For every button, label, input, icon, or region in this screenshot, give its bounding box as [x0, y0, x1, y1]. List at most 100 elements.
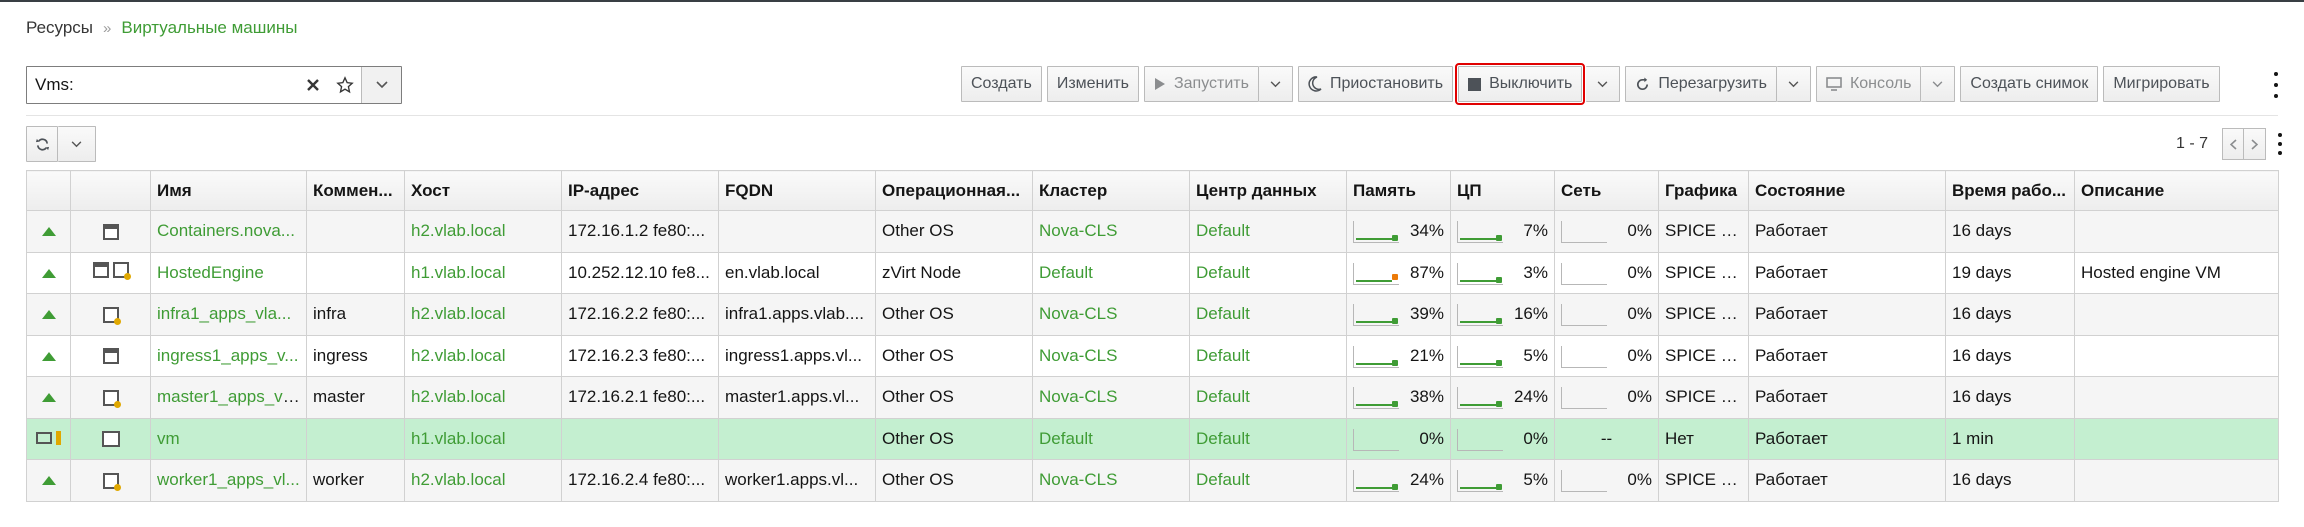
vm-host-text[interactable]: h2.vlab.local — [411, 387, 506, 406]
table-row[interactable]: HostedEngine h1.vlab.local 10.252.12.10 fe… — [26, 251, 2279, 294]
vm-name[interactable]: HostedEngine — [150, 251, 307, 294]
column-header-13[interactable]: Графика — [1658, 170, 1749, 211]
vm-cluster[interactable]: Nova-CLS — [1032, 334, 1190, 377]
run-dropdown-button[interactable] — [1258, 66, 1293, 102]
vm-datacenter-text[interactable]: Default — [1196, 429, 1250, 448]
create-button[interactable]: Создать — [961, 66, 1042, 102]
vm-cluster[interactable]: Default — [1032, 251, 1190, 294]
star-icon[interactable] — [329, 67, 361, 103]
vm-cluster-text[interactable]: Nova-CLS — [1039, 387, 1117, 406]
vm-datacenter[interactable]: Default — [1189, 376, 1347, 419]
vm-datacenter-text[interactable]: Default — [1196, 387, 1250, 406]
table-row[interactable]: Containers.nova... h2.vlab.local 172.16.1.… — [26, 210, 2279, 253]
vm-name-text[interactable]: master1_apps_vl... — [157, 387, 301, 406]
vm-cluster-text[interactable]: Nova-CLS — [1039, 470, 1117, 489]
migrate-button[interactable]: Мигрировать — [2103, 66, 2220, 102]
vm-datacenter[interactable]: Default — [1189, 293, 1347, 336]
prev-page-button[interactable] — [2222, 128, 2245, 160]
vm-host[interactable]: h2.vlab.local — [404, 459, 562, 502]
table-row[interactable]: vm h1.vlab.local Other OS Default Default 0% 0… — [26, 417, 2279, 460]
search-input[interactable] — [27, 67, 297, 103]
column-header-10[interactable]: Память — [1346, 170, 1451, 211]
vm-host-text[interactable]: h1.vlab.local — [411, 263, 506, 282]
vm-name-text[interactable]: Containers.nova... — [157, 221, 295, 240]
search-dropdown-button[interactable] — [361, 67, 401, 103]
vm-name[interactable]: vm — [150, 417, 307, 460]
table-row[interactable]: infra1_apps_vla... infra h2.vlab.local 172.… — [26, 293, 2279, 336]
reboot-dropdown-button[interactable] — [1776, 66, 1811, 102]
close-icon[interactable] — [297, 67, 329, 103]
vm-host-text[interactable]: h2.vlab.local — [411, 221, 506, 240]
breadcrumb-root[interactable]: Ресурсы — [26, 18, 93, 38]
vm-cluster[interactable]: Nova-CLS — [1032, 293, 1190, 336]
vm-cluster[interactable]: Nova-CLS — [1032, 459, 1190, 502]
column-header-16[interactable]: Описание — [2074, 170, 2279, 211]
vm-datacenter-text[interactable]: Default — [1196, 346, 1250, 365]
vm-name-text[interactable]: infra1_apps_vla... — [157, 304, 291, 323]
vm-cluster-text[interactable]: Nova-CLS — [1039, 346, 1117, 365]
table-kebab-menu[interactable] — [2276, 133, 2284, 155]
column-header-2[interactable]: Имя — [150, 170, 307, 211]
shutdown-dropdown-button[interactable] — [1586, 66, 1621, 102]
column-header-12[interactable]: Сеть — [1554, 170, 1659, 211]
table-row[interactable]: worker1_apps_vl... worker h2.vlab.local 172… — [26, 459, 2279, 502]
vm-datacenter[interactable]: Default — [1189, 251, 1347, 294]
vm-name[interactable]: master1_apps_vl... — [150, 376, 307, 419]
vm-name-text[interactable]: ingress1_apps_v... — [157, 346, 298, 365]
column-header-14[interactable]: Состояние — [1748, 170, 1946, 211]
column-header-4[interactable]: Хост — [404, 170, 562, 211]
run-button[interactable]: Запустить — [1143, 66, 1259, 102]
column-header-3[interactable]: Коммен... — [306, 170, 405, 211]
reboot-button[interactable]: Перезагрузить — [1625, 66, 1777, 102]
next-page-button[interactable] — [2244, 128, 2267, 160]
create-snapshot-button[interactable]: Создать снимок — [1960, 66, 2099, 102]
vm-host[interactable]: h2.vlab.local — [404, 293, 562, 336]
vm-host-text[interactable]: h2.vlab.local — [411, 304, 506, 323]
vm-datacenter[interactable]: Default — [1189, 417, 1347, 460]
vm-name[interactable]: worker1_apps_vl... — [150, 459, 307, 502]
vm-cluster-text[interactable]: Default — [1039, 263, 1093, 282]
vm-name-text[interactable]: worker1_apps_vl... — [157, 470, 300, 489]
column-header-0[interactable] — [26, 170, 71, 211]
vm-datacenter-text[interactable]: Default — [1196, 263, 1250, 282]
vm-host-text[interactable]: h2.vlab.local — [411, 346, 506, 365]
table-row[interactable]: master1_apps_vl... master h2.vlab.local 172… — [26, 376, 2279, 419]
vm-host[interactable]: h1.vlab.local — [404, 251, 562, 294]
console-dropdown-button[interactable] — [1921, 66, 1956, 102]
shutdown-button[interactable]: Выключить — [1455, 63, 1586, 105]
vm-name[interactable]: infra1_apps_vla... — [150, 293, 307, 336]
vm-datacenter-text[interactable]: Default — [1196, 470, 1250, 489]
vm-name[interactable]: ingress1_apps_v... — [150, 334, 307, 377]
toolbar-kebab-menu[interactable] — [2272, 72, 2280, 98]
vm-host[interactable]: h2.vlab.local — [404, 376, 562, 419]
vm-datacenter[interactable]: Default — [1189, 210, 1347, 253]
refresh-dropdown-button[interactable] — [58, 126, 96, 162]
column-header-8[interactable]: Кластер — [1032, 170, 1190, 211]
suspend-button[interactable]: Приостановить — [1297, 66, 1454, 102]
column-header-5[interactable]: IP-адрес — [561, 170, 719, 211]
edit-button[interactable]: Изменить — [1046, 66, 1139, 102]
vm-cluster-text[interactable]: Default — [1039, 429, 1093, 448]
column-header-15[interactable]: Время рабо... — [1945, 170, 2075, 211]
breadcrumb-current[interactable]: Виртуальные машины — [121, 18, 297, 38]
vm-host-text[interactable]: h1.vlab.local — [411, 429, 506, 448]
refresh-button[interactable] — [26, 126, 58, 162]
vm-datacenter-text[interactable]: Default — [1196, 221, 1250, 240]
vm-datacenter[interactable]: Default — [1189, 459, 1347, 502]
vm-host[interactable]: h1.vlab.local — [404, 417, 562, 460]
table-row[interactable]: ingress1_apps_v... ingress h2.vlab.local 17… — [26, 334, 2279, 377]
vm-name[interactable]: Containers.nova... — [150, 210, 307, 253]
column-header-1[interactable] — [70, 170, 151, 211]
vm-cluster-text[interactable]: Nova-CLS — [1039, 221, 1117, 240]
column-header-7[interactable]: Операционная... — [875, 170, 1033, 211]
console-button[interactable]: Консоль — [1815, 66, 1922, 102]
vm-cluster[interactable]: Nova-CLS — [1032, 376, 1190, 419]
vm-name-text[interactable]: vm — [157, 429, 180, 448]
vm-cluster[interactable]: Default — [1032, 417, 1190, 460]
column-header-9[interactable]: Центр данных — [1189, 170, 1347, 211]
vm-host[interactable]: h2.vlab.local — [404, 210, 562, 253]
vm-name-text[interactable]: HostedEngine — [157, 263, 264, 282]
vm-datacenter-text[interactable]: Default — [1196, 304, 1250, 323]
column-header-11[interactable]: ЦП — [1450, 170, 1555, 211]
column-header-6[interactable]: FQDN — [718, 170, 876, 211]
